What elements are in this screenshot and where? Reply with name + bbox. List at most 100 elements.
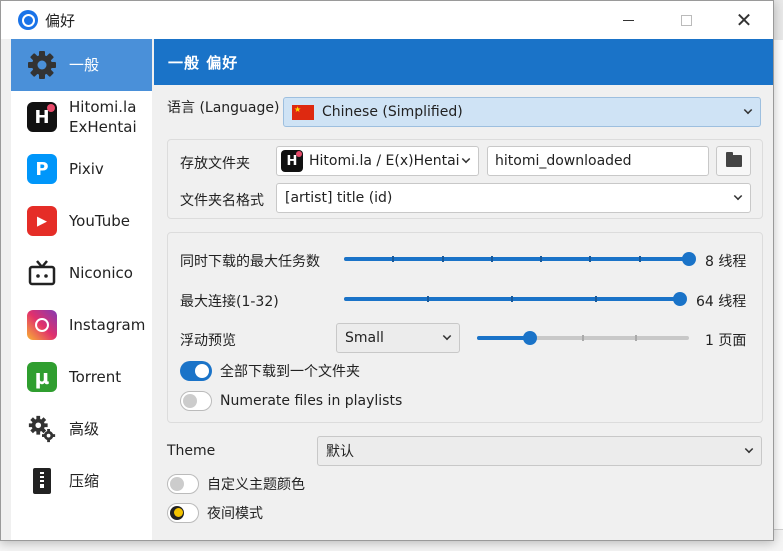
sidebar-item-compress[interactable]: 压缩	[11, 455, 152, 507]
sidebar-item-advanced[interactable]: 高级	[11, 403, 152, 455]
gear-icon	[27, 50, 57, 80]
sidebar-item-youtube[interactable]: ▶ YouTube	[11, 195, 152, 247]
browse-folder-button[interactable]	[716, 146, 751, 176]
sidebar-item-label: Pixiv	[69, 160, 104, 178]
slider-tick	[511, 296, 513, 302]
sidebar-item-label: 压缩	[69, 472, 100, 490]
toggle-knob	[183, 394, 197, 408]
max-connections-readout: 64 线程	[696, 291, 746, 311]
hitomi-icon: H	[27, 102, 57, 132]
chevron-down-icon	[744, 444, 754, 454]
all-in-one-row: 全部下载到一个文件夹	[180, 361, 360, 381]
folder-format-select[interactable]: [artist] title (id)	[276, 183, 751, 213]
preview-pages-slider[interactable]	[477, 328, 689, 348]
numerate-toggle[interactable]	[180, 391, 212, 411]
preview-size-select[interactable]: Small	[336, 323, 460, 353]
main-panel: 一般 偏好 语言 (Language) Chinese (Simplified)…	[154, 39, 773, 540]
sidebar-item-label: Torrent	[69, 368, 122, 386]
toggle-knob	[170, 477, 184, 491]
language-select[interactable]: Chinese (Simplified)	[283, 97, 761, 127]
close-icon: ✕	[735, 8, 753, 32]
maximize-icon	[680, 14, 692, 26]
max-connections-unit: 线程	[718, 294, 747, 310]
sidebar-item-instagram[interactable]: Instagram	[11, 299, 152, 351]
language-value: Chinese (Simplified)	[322, 104, 463, 120]
zip-icon	[27, 466, 57, 496]
max-connections-slider[interactable]	[344, 289, 687, 309]
slider-tick	[582, 335, 584, 341]
app-icon	[18, 10, 38, 30]
preview-label: 浮动预览	[180, 333, 236, 349]
sidebar-item-label: Hitomi.la ExHentai	[69, 97, 137, 137]
language-label: 语言 (Language)	[167, 100, 280, 116]
max-tasks-value: 8	[705, 254, 714, 270]
sidebar-item-niconico[interactable]: Niconico	[11, 247, 152, 299]
slider-tick	[589, 256, 592, 262]
slider-tick	[638, 256, 641, 262]
title-bar[interactable]: 偏好 ✕	[1, 1, 773, 39]
slider-thumb[interactable]	[682, 252, 696, 266]
sidebar-item-label: 一般	[69, 56, 100, 74]
instagram-icon	[27, 310, 57, 340]
max-tasks-slider[interactable]	[344, 249, 696, 269]
night-mode-row: 夜间模式	[167, 503, 263, 523]
folder-icon	[725, 152, 742, 167]
minimize-button[interactable]	[599, 1, 657, 39]
slider-tick	[490, 256, 493, 262]
moon-icon	[170, 506, 184, 520]
minimize-icon	[622, 19, 634, 21]
numerate-row: Numerate files in playlists	[180, 391, 402, 411]
close-button[interactable]: ✕	[715, 1, 773, 39]
maximize-button[interactable]	[657, 1, 715, 39]
preview-pages-readout: 1 页面	[705, 330, 746, 350]
slider-thumb[interactable]	[673, 292, 687, 306]
language-row: 语言 (Language)	[167, 97, 279, 117]
night-mode-toggle[interactable]	[167, 503, 199, 523]
sidebar-item-label: 高级	[69, 420, 100, 438]
slider-tick	[392, 256, 395, 262]
sidebar-item-pixiv[interactable]: P Pixiv	[11, 143, 152, 195]
night-mode-label: 夜间模式	[207, 506, 263, 522]
slider-thumb[interactable]	[523, 331, 537, 345]
folder-input[interactable]: hitomi_downloaded	[487, 146, 709, 176]
youtube-icon: ▶	[27, 206, 57, 236]
max-tasks-label: 同时下载的最大任务数	[180, 254, 320, 270]
toggle-knob	[195, 364, 209, 378]
slider-tick	[540, 256, 543, 262]
preview-pages-value: 1	[705, 333, 714, 349]
theme-select[interactable]: 默认	[317, 436, 762, 466]
folder-format-label: 文件夹名格式	[180, 193, 264, 209]
max-tasks-readout: 8 线程	[705, 251, 746, 271]
pixiv-icon: P	[27, 154, 57, 184]
theme-label: Theme	[167, 443, 216, 459]
preview-size-value: Small	[345, 330, 384, 346]
custom-color-toggle[interactable]	[167, 474, 199, 494]
numerate-label: Numerate files in playlists	[220, 393, 403, 409]
sidebar-item-general[interactable]: 一般	[11, 39, 152, 91]
sidebar-item-label-line2: ExHentai	[69, 118, 137, 136]
sidebar-item-label: YouTube	[69, 212, 130, 230]
site-select[interactable]: H Hitomi.la / E(x)Hentai	[276, 146, 479, 176]
slider-fill	[344, 257, 689, 261]
sidebar-item-label-line1: Hitomi.la	[69, 98, 137, 116]
sidebar-item-hitomi[interactable]: H Hitomi.la ExHentai	[11, 91, 152, 143]
sidebar-item-label: Instagram	[69, 316, 146, 334]
sidebar-item-label: Niconico	[69, 264, 133, 282]
preview-pages-unit: 页面	[718, 333, 747, 349]
max-connections-label: 最大连接(1-32)	[180, 294, 279, 310]
site-select-value: Hitomi.la / E(x)Hentai	[309, 153, 460, 169]
niconico-icon	[27, 258, 57, 288]
preferences-window: 偏好 ✕ 一般 H Hitomi.la ExHentai P Pixiv ▶ Yo…	[0, 0, 774, 541]
slider-tick	[595, 296, 597, 302]
custom-color-row: 自定义主题颜色	[167, 474, 305, 494]
slider-tick	[427, 296, 429, 302]
slider-tick	[441, 256, 444, 262]
window-title: 偏好	[45, 11, 76, 30]
max-connections-value: 64	[696, 294, 714, 310]
chevron-down-icon	[733, 191, 743, 201]
sidebar-item-torrent[interactable]: µ Torrent	[11, 351, 152, 403]
all-in-one-toggle[interactable]	[180, 361, 212, 381]
hitomi-icon: H	[281, 150, 303, 172]
gears-icon	[27, 414, 57, 444]
chevron-down-icon	[743, 105, 753, 115]
